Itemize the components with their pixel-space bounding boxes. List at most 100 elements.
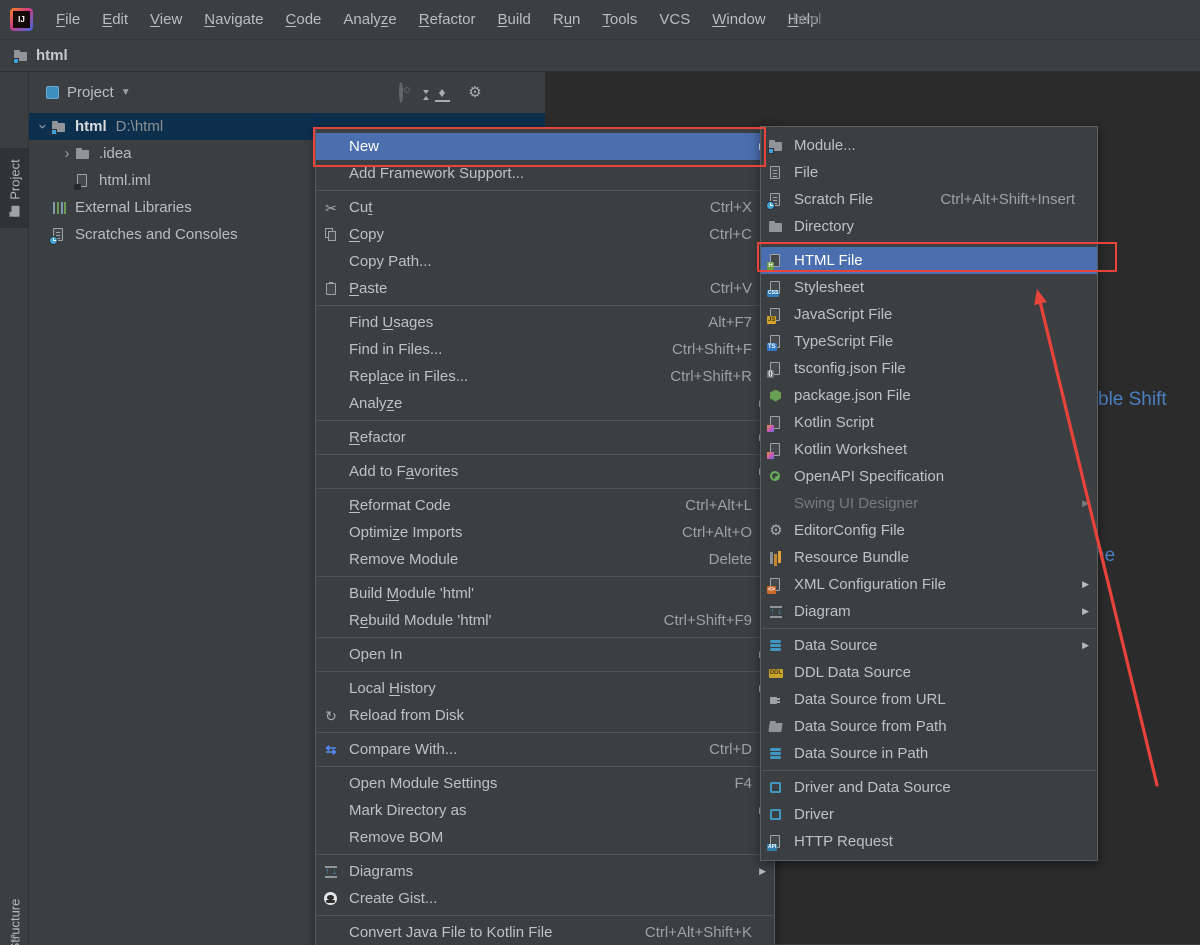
- menu-item-remove-bom[interactable]: Remove BOM: [316, 824, 774, 851]
- submenu-item-data-source-in-path[interactable]: Data Source in Path: [761, 740, 1097, 767]
- menu-item-rebuild-module-html[interactable]: Rebuild Module 'html'Ctrl+Shift+F9: [316, 607, 774, 634]
- menu-item-label: Analyze: [349, 395, 402, 412]
- submenu-item-http-request[interactable]: APIHTTP Request: [761, 828, 1097, 855]
- menubar-item-code[interactable]: Code: [275, 0, 333, 40]
- submenu-item-diagram[interactable]: Diagram▶: [761, 598, 1097, 625]
- submenu-item-tsconfig-json-file[interactable]: {}tsconfig.json File: [761, 355, 1097, 382]
- menu-item-label: Remove Module: [349, 551, 458, 568]
- chevron-right-icon[interactable]: ›: [59, 146, 75, 161]
- submenu-item-driver[interactable]: Driver: [761, 801, 1097, 828]
- menu-item-build-module-html[interactable]: Build Module 'html': [316, 580, 774, 607]
- menu-item-find-in-files[interactable]: Find in Files...Ctrl+Shift+F: [316, 336, 774, 363]
- submenu-item-stylesheet[interactable]: CSS Stylesheet: [761, 274, 1097, 301]
- menu-item-icon-slot: ⇆: [323, 742, 349, 758]
- submenu-item-module[interactable]: Module...: [761, 132, 1097, 159]
- project-panel-header: Project ▼ ⚙: [29, 72, 545, 113]
- chevron-down-icon[interactable]: ›: [36, 119, 51, 135]
- menu-item-compare-with[interactable]: ⇆Compare With...Ctrl+D: [316, 736, 774, 763]
- menubar-item-run[interactable]: Run: [542, 0, 592, 40]
- menubar-item-tools[interactable]: Tools: [591, 0, 648, 40]
- menu-item-add-framework-support[interactable]: Add Framework Support...: [316, 160, 774, 187]
- submenu-item-xml-configuration-file[interactable]: <>XML Configuration File▶: [761, 571, 1097, 598]
- menu-item-diagrams[interactable]: Diagrams▶: [316, 858, 774, 885]
- submenu-item-kotlin-script[interactable]: Kotlin Script: [761, 409, 1097, 436]
- submenu-item-ddl-data-source[interactable]: DDLDDL Data Source: [761, 659, 1097, 686]
- submenu-item-editorconfig-file[interactable]: ⚙EditorConfig File: [761, 517, 1097, 544]
- stripe-tab-project[interactable]: Project: [0, 148, 29, 228]
- menu-item-analyze[interactable]: Analyze▶: [316, 390, 774, 417]
- menu-item-create-gist[interactable]: Create Gist...: [316, 885, 774, 912]
- menu-item-label: Data Source: [794, 637, 877, 654]
- menu-item-copy[interactable]: CopyCtrl+C: [316, 221, 774, 248]
- menubar-item-navigate[interactable]: Navigate: [193, 0, 274, 40]
- menu-item-icon-slot: ⚙: [768, 523, 794, 539]
- menu-item-label: Data Source in Path: [794, 745, 928, 762]
- menu-item-convert-java-file-to-kotlin-file[interactable]: Convert Java File to Kotlin FileCtrl+Alt…: [316, 919, 774, 945]
- menubar-item-analyze[interactable]: Analyze: [332, 0, 407, 40]
- breadcrumb[interactable]: html: [36, 47, 68, 64]
- menu-item-replace-in-files[interactable]: Replace in Files...Ctrl+Shift+R: [316, 363, 774, 390]
- menu-item-label: Module...: [794, 137, 856, 154]
- submenu-item-typescript-file[interactable]: TSTypeScript File: [761, 328, 1097, 355]
- menu-item-mark-directory-as[interactable]: Mark Directory as▶: [316, 797, 774, 824]
- submenu-item-driver-and-data-source[interactable]: Driver and Data Source: [761, 774, 1097, 801]
- menu-item-shortcut: Ctrl+X: [692, 199, 752, 216]
- menu-item-optimize-imports[interactable]: Optimize ImportsCtrl+Alt+O: [316, 519, 774, 546]
- project-view-icon: [46, 86, 59, 99]
- menu-item-label: Find Usages: [349, 314, 433, 331]
- menubar-item-window[interactable]: Window: [701, 0, 776, 40]
- menu-item-new[interactable]: New▶: [316, 133, 774, 160]
- menu-item-reload-from-disk[interactable]: ↻Reload from Disk: [316, 702, 774, 729]
- menu-item-local-history[interactable]: Local History▶: [316, 675, 774, 702]
- project-folder-icon: [11, 206, 19, 217]
- menu-item-refactor[interactable]: Refactor▶: [316, 424, 774, 451]
- submenu-item-openapi-specification[interactable]: OpenAPI Specification: [761, 463, 1097, 490]
- menu-item-add-to-favorites[interactable]: Add to Favorites▶: [316, 458, 774, 485]
- db-icon: [768, 746, 784, 762]
- menu-item-copy-path[interactable]: Copy Path...: [316, 248, 774, 275]
- settings-icon[interactable]: ⚙: [467, 85, 483, 101]
- submenu-item-swing-ui-designer[interactable]: Swing UI Designer▶: [761, 490, 1097, 517]
- submenu-item-javascript-file[interactable]: JSJavaScript File: [761, 301, 1097, 328]
- menu-item-open-in[interactable]: Open In▶: [316, 641, 774, 668]
- submenu-item-package-json-file[interactable]: package.json File: [761, 382, 1097, 409]
- tree-item-label: .idea: [99, 145, 132, 162]
- menu-item-paste[interactable]: PasteCtrl+V: [316, 275, 774, 302]
- menu-item-label: Find in Files...: [349, 341, 442, 358]
- css-file-icon: CSS: [768, 280, 784, 296]
- submenu-item-scratch-file[interactable]: Scratch FileCtrl+Alt+Shift+Insert: [761, 186, 1097, 213]
- menu-separator: [762, 243, 1096, 244]
- menu-item-remove-module[interactable]: Remove ModuleDelete: [316, 546, 774, 573]
- menubar-item-view[interactable]: View: [139, 0, 193, 40]
- menu-separator: [317, 190, 773, 191]
- chevron-down-icon[interactable]: ▼: [121, 87, 131, 98]
- submenu-item-kotlin-worksheet[interactable]: Kotlin Worksheet: [761, 436, 1097, 463]
- submenu-item-resource-bundle[interactable]: Resource Bundle: [761, 544, 1097, 571]
- menu-item-label: Open In: [349, 646, 402, 663]
- submenu-item-data-source[interactable]: Data Source▶: [761, 632, 1097, 659]
- menu-item-cut[interactable]: ✂CutCtrl+X: [316, 194, 774, 221]
- submenu-item-data-source-from-path[interactable]: Data Source from Path: [761, 713, 1097, 740]
- menubar-item-edit[interactable]: Edit: [91, 0, 139, 40]
- menubar-item-build[interactable]: Build: [486, 0, 541, 40]
- menubar-item-vcs[interactable]: VCS: [648, 0, 701, 40]
- tsconfig-file-icon: {}: [768, 361, 784, 377]
- submenu-item-html-file[interactable]: HHTML File: [761, 247, 1097, 274]
- tree-item-label: Scratches and Consoles: [75, 226, 238, 243]
- copy-icon: [323, 227, 339, 243]
- project-panel-title[interactable]: Project: [67, 84, 114, 101]
- new-submenu: Module... FileScratch FileCtrl+Alt+Shift+…: [760, 126, 1098, 861]
- submenu-item-file[interactable]: File: [761, 159, 1097, 186]
- submenu-arrow-icon: ▶: [1075, 606, 1089, 617]
- menu-item-open-module-settings[interactable]: Open Module SettingsF4: [316, 770, 774, 797]
- menubar-item-file[interactable]: File: [45, 0, 91, 40]
- locate-icon[interactable]: [399, 84, 403, 102]
- submenu-item-directory[interactable]: Directory: [761, 213, 1097, 240]
- submenu-item-data-source-from-url[interactable]: Data Source from URL: [761, 686, 1097, 713]
- menu-item-label: Stylesheet: [794, 279, 864, 296]
- menu-item-find-usages[interactable]: Find UsagesAlt+F7: [316, 309, 774, 336]
- resource-bundle-icon: [768, 550, 784, 566]
- menubar-item-refactor[interactable]: Refactor: [408, 0, 487, 40]
- menu-item-reformat-code[interactable]: Reformat CodeCtrl+Alt+L: [316, 492, 774, 519]
- ts-file-icon: TS: [768, 334, 784, 350]
